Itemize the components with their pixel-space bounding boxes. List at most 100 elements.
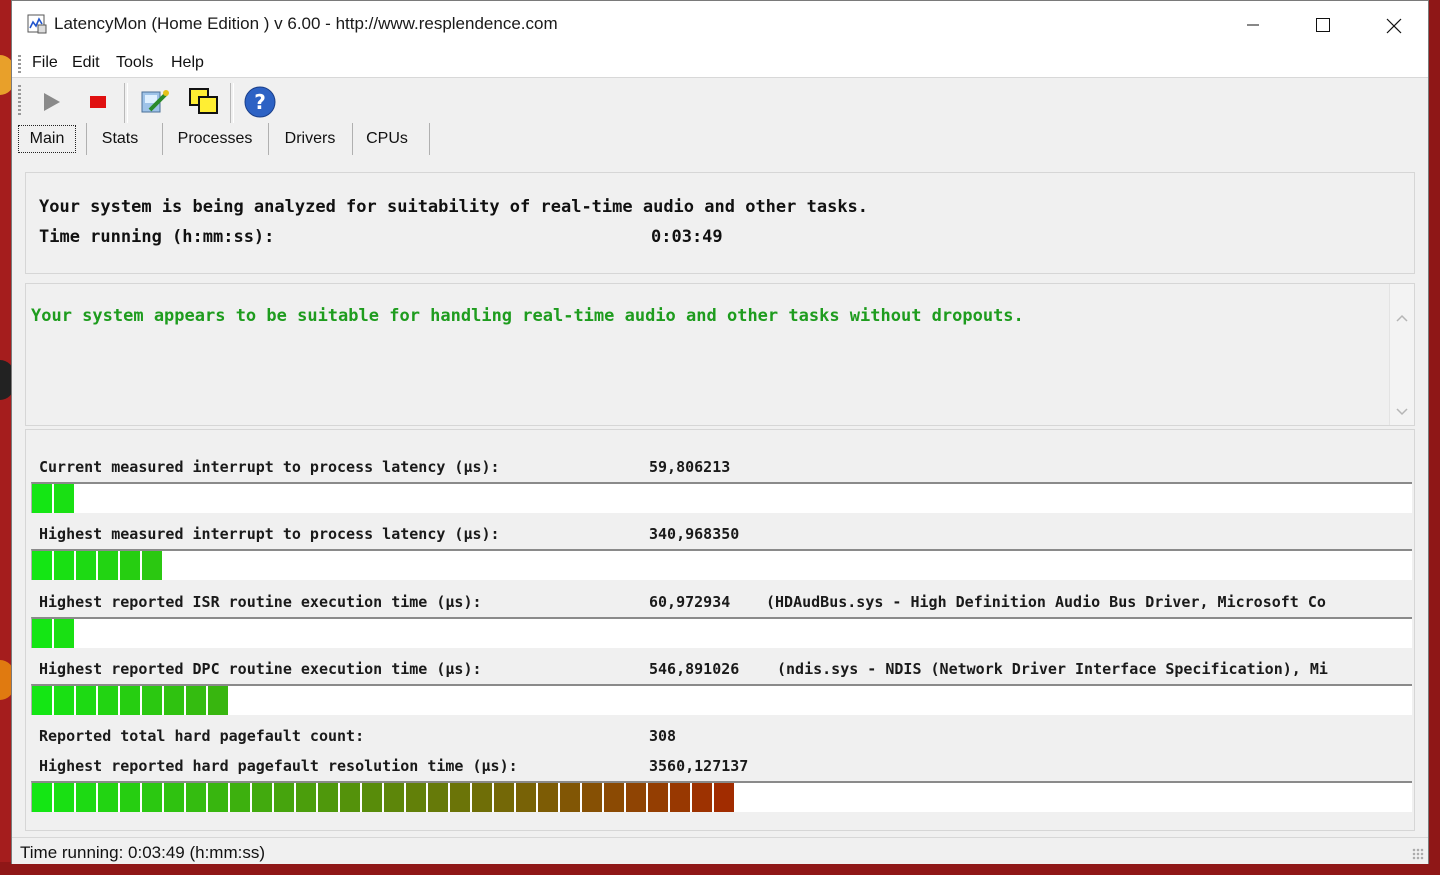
stop-icon: [90, 96, 106, 108]
stop-button[interactable]: [80, 84, 116, 120]
bar-segment: [54, 783, 76, 812]
current-latency-bar: [31, 482, 1412, 513]
bar-segment: [318, 783, 340, 812]
tab-separator: [86, 123, 87, 155]
bar-segment: [120, 783, 142, 812]
metrics-panel: Current measured interrupt to process la…: [25, 429, 1415, 831]
highest-latency-label: Highest measured interrupt to process la…: [39, 525, 500, 543]
current-latency-bar-fill: [32, 484, 76, 513]
bar-segment: [626, 783, 648, 812]
bar-segment: [186, 686, 208, 715]
bar-segment: [54, 619, 76, 648]
highest-latency-value: 340,968350: [649, 525, 740, 543]
tab-stats[interactable]: Stats: [92, 125, 148, 153]
maximize-button[interactable]: [1288, 1, 1358, 49]
isr-time-bar: [31, 617, 1412, 648]
tab-drivers[interactable]: Drivers: [276, 125, 344, 153]
tab-drivers-label: Drivers: [284, 130, 336, 147]
bar-segment: [208, 686, 230, 715]
bar-segment: [296, 783, 318, 812]
bar-segment: [428, 783, 450, 812]
tab-processes[interactable]: Processes: [170, 125, 260, 153]
bar-segment: [406, 783, 428, 812]
tab-cpus-label: CPUs: [366, 130, 408, 147]
tab-main-label: Main: [29, 130, 65, 147]
dpc-time-label: Highest reported DPC routine execution t…: [39, 660, 482, 678]
bar-segment: [648, 783, 670, 812]
bar-segment: [670, 783, 692, 812]
analysis-status-text: Your system is being analyzed for suitab…: [39, 197, 869, 217]
resize-grip-icon[interactable]: [1412, 848, 1424, 860]
help-button[interactable]: ?: [242, 84, 278, 120]
bar-segment: [142, 783, 164, 812]
tab-separator: [352, 123, 353, 155]
status-bar: Time running: 0:03:49 (h:mm:ss): [12, 837, 1428, 864]
bar-segment: [76, 686, 98, 715]
isr-time-bar-fill: [32, 619, 76, 648]
tab-separator: [268, 123, 269, 155]
analysis-panel: Your system is being analyzed for suitab…: [25, 172, 1415, 274]
scroll-down-icon[interactable]: [1390, 400, 1414, 424]
menu-help[interactable]: Help: [171, 54, 204, 72]
desktop-background: [1429, 0, 1440, 875]
latencymon-app-icon: [27, 14, 47, 34]
bar-segment: [714, 783, 736, 812]
dpc-driver-info: (ndis.sys - NDIS (Network Driver Interfa…: [777, 660, 1328, 678]
bar-segment: [692, 783, 714, 812]
windows-icon: [189, 88, 218, 114]
toolbar-separator: [124, 83, 128, 123]
svg-text:?: ?: [254, 90, 266, 114]
status-text: Time running: 0:03:49 (h:mm:ss): [20, 843, 266, 862]
bar-segment: [516, 783, 538, 812]
close-button[interactable]: [1358, 1, 1428, 49]
title-bar[interactable]: LatencyMon (Home Edition ) v 6.00 - http…: [12, 1, 1428, 49]
bar-segment: [560, 783, 582, 812]
bar-segment: [252, 783, 274, 812]
highest-latency-bar: [31, 549, 1412, 580]
tab-cpus[interactable]: CPUs: [360, 125, 414, 153]
bar-segment: [98, 551, 120, 580]
latencymon-window: LatencyMon (Home Edition ) v 6.00 - http…: [11, 0, 1429, 864]
pagefault-count-label: Reported total hard pagefault count:: [39, 727, 365, 745]
menu-grip[interactable]: [18, 55, 21, 75]
current-latency-label: Current measured interrupt to process la…: [39, 458, 500, 476]
bar-segment: [32, 783, 54, 812]
start-button[interactable]: [34, 84, 70, 120]
settings-button[interactable]: [136, 84, 172, 120]
bar-segment: [362, 783, 384, 812]
current-latency-value: 59,806213: [649, 458, 731, 476]
bar-segment: [98, 686, 120, 715]
bar-segment: [32, 619, 54, 648]
bar-segment: [32, 686, 54, 715]
bar-segment: [142, 551, 164, 580]
menu-help-label: Help: [171, 54, 204, 71]
tab-main[interactable]: Main: [18, 125, 76, 153]
bar-segment: [76, 551, 98, 580]
dpc-time-bar: [31, 684, 1412, 715]
bar-segment: [142, 686, 164, 715]
minimize-button[interactable]: [1218, 1, 1288, 49]
menu-file[interactable]: File: [32, 54, 58, 72]
scroll-up-icon[interactable]: [1390, 306, 1414, 330]
bar-segment: [32, 484, 54, 513]
isr-driver-info: (HDAudBus.sys - High Definition Audio Bu…: [766, 593, 1326, 611]
menu-edit[interactable]: Edit: [72, 54, 100, 72]
bar-segment: [32, 551, 54, 580]
help-icon: ?: [244, 86, 276, 118]
bar-segment: [230, 783, 252, 812]
processes-window-button[interactable]: [186, 84, 222, 120]
pagefault-count-value: 308: [649, 727, 677, 745]
menu-tools[interactable]: Tools: [116, 54, 153, 72]
bar-segment: [54, 686, 76, 715]
verdict-scrollbar[interactable]: [1389, 284, 1414, 425]
tab-stats-label: Stats: [101, 130, 139, 147]
bar-segment: [164, 783, 186, 812]
verdict-panel[interactable]: Your system appears to be suitable for h…: [25, 283, 1415, 426]
time-running-value: 0:03:49: [651, 227, 723, 247]
bar-segment: [54, 484, 76, 513]
bar-segment: [494, 783, 516, 812]
tab-processes-label: Processes: [177, 130, 253, 147]
toolbar-grip[interactable]: [18, 85, 21, 115]
bar-segment: [164, 686, 186, 715]
bar-segment: [98, 783, 120, 812]
